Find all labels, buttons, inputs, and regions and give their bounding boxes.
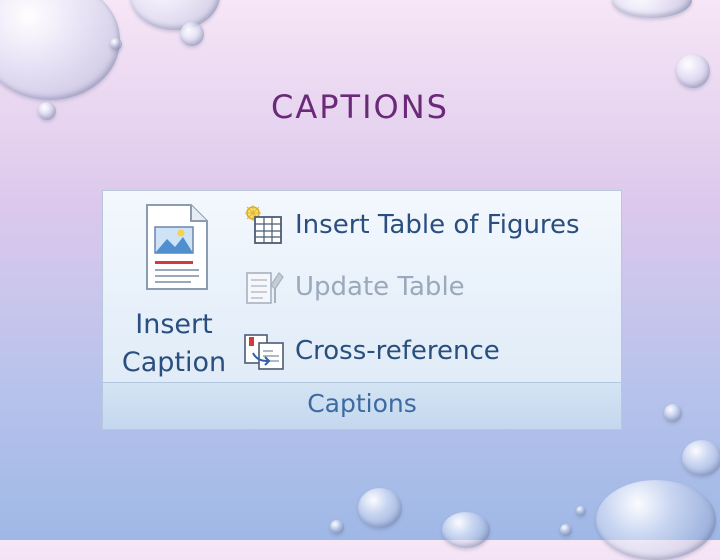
- cross-reference-label: Cross-reference: [295, 336, 500, 366]
- decorative-bubble: [0, 0, 120, 100]
- insert-table-of-figures-button[interactable]: Insert Table of Figures: [241, 203, 580, 247]
- insert-caption-label-line2: Caption: [121, 347, 227, 378]
- insert-caption-icon: [146, 204, 208, 290]
- decorative-bubble: [442, 512, 490, 548]
- decorative-bubble: [330, 520, 344, 534]
- decorative-bubble: [180, 22, 204, 46]
- decorative-bubble: [612, 0, 692, 18]
- decorative-bubble: [676, 54, 710, 88]
- decorative-bubble: [110, 38, 122, 50]
- cross-reference-button[interactable]: Cross-reference: [241, 329, 500, 373]
- decorative-bubble: [596, 480, 716, 560]
- insert-caption-label-line1: Insert: [135, 309, 213, 340]
- cross-reference-icon: [244, 334, 284, 370]
- update-table-button[interactable]: Update Table: [241, 265, 465, 309]
- table-of-figures-icon: [245, 205, 282, 244]
- update-table-icon: [246, 272, 284, 304]
- slide-title: CAPTIONS: [271, 88, 449, 126]
- update-table-label: Update Table: [295, 272, 465, 302]
- group-label: Captions: [307, 389, 417, 418]
- captions-ribbon-group: Insert Caption Insert Table of Figures U…: [102, 190, 622, 430]
- decorative-bubble: [130, 0, 220, 30]
- ribbon-group-footer: Captions: [103, 382, 621, 429]
- decorative-bubble: [576, 506, 586, 516]
- insert-table-of-figures-label: Insert Table of Figures: [295, 210, 580, 240]
- insert-caption-button[interactable]: Insert Caption: [113, 197, 235, 383]
- decorative-bubble: [664, 404, 682, 422]
- decorative-bubble: [682, 440, 720, 476]
- decorative-bubble: [560, 524, 572, 536]
- decorative-bubble: [358, 488, 402, 528]
